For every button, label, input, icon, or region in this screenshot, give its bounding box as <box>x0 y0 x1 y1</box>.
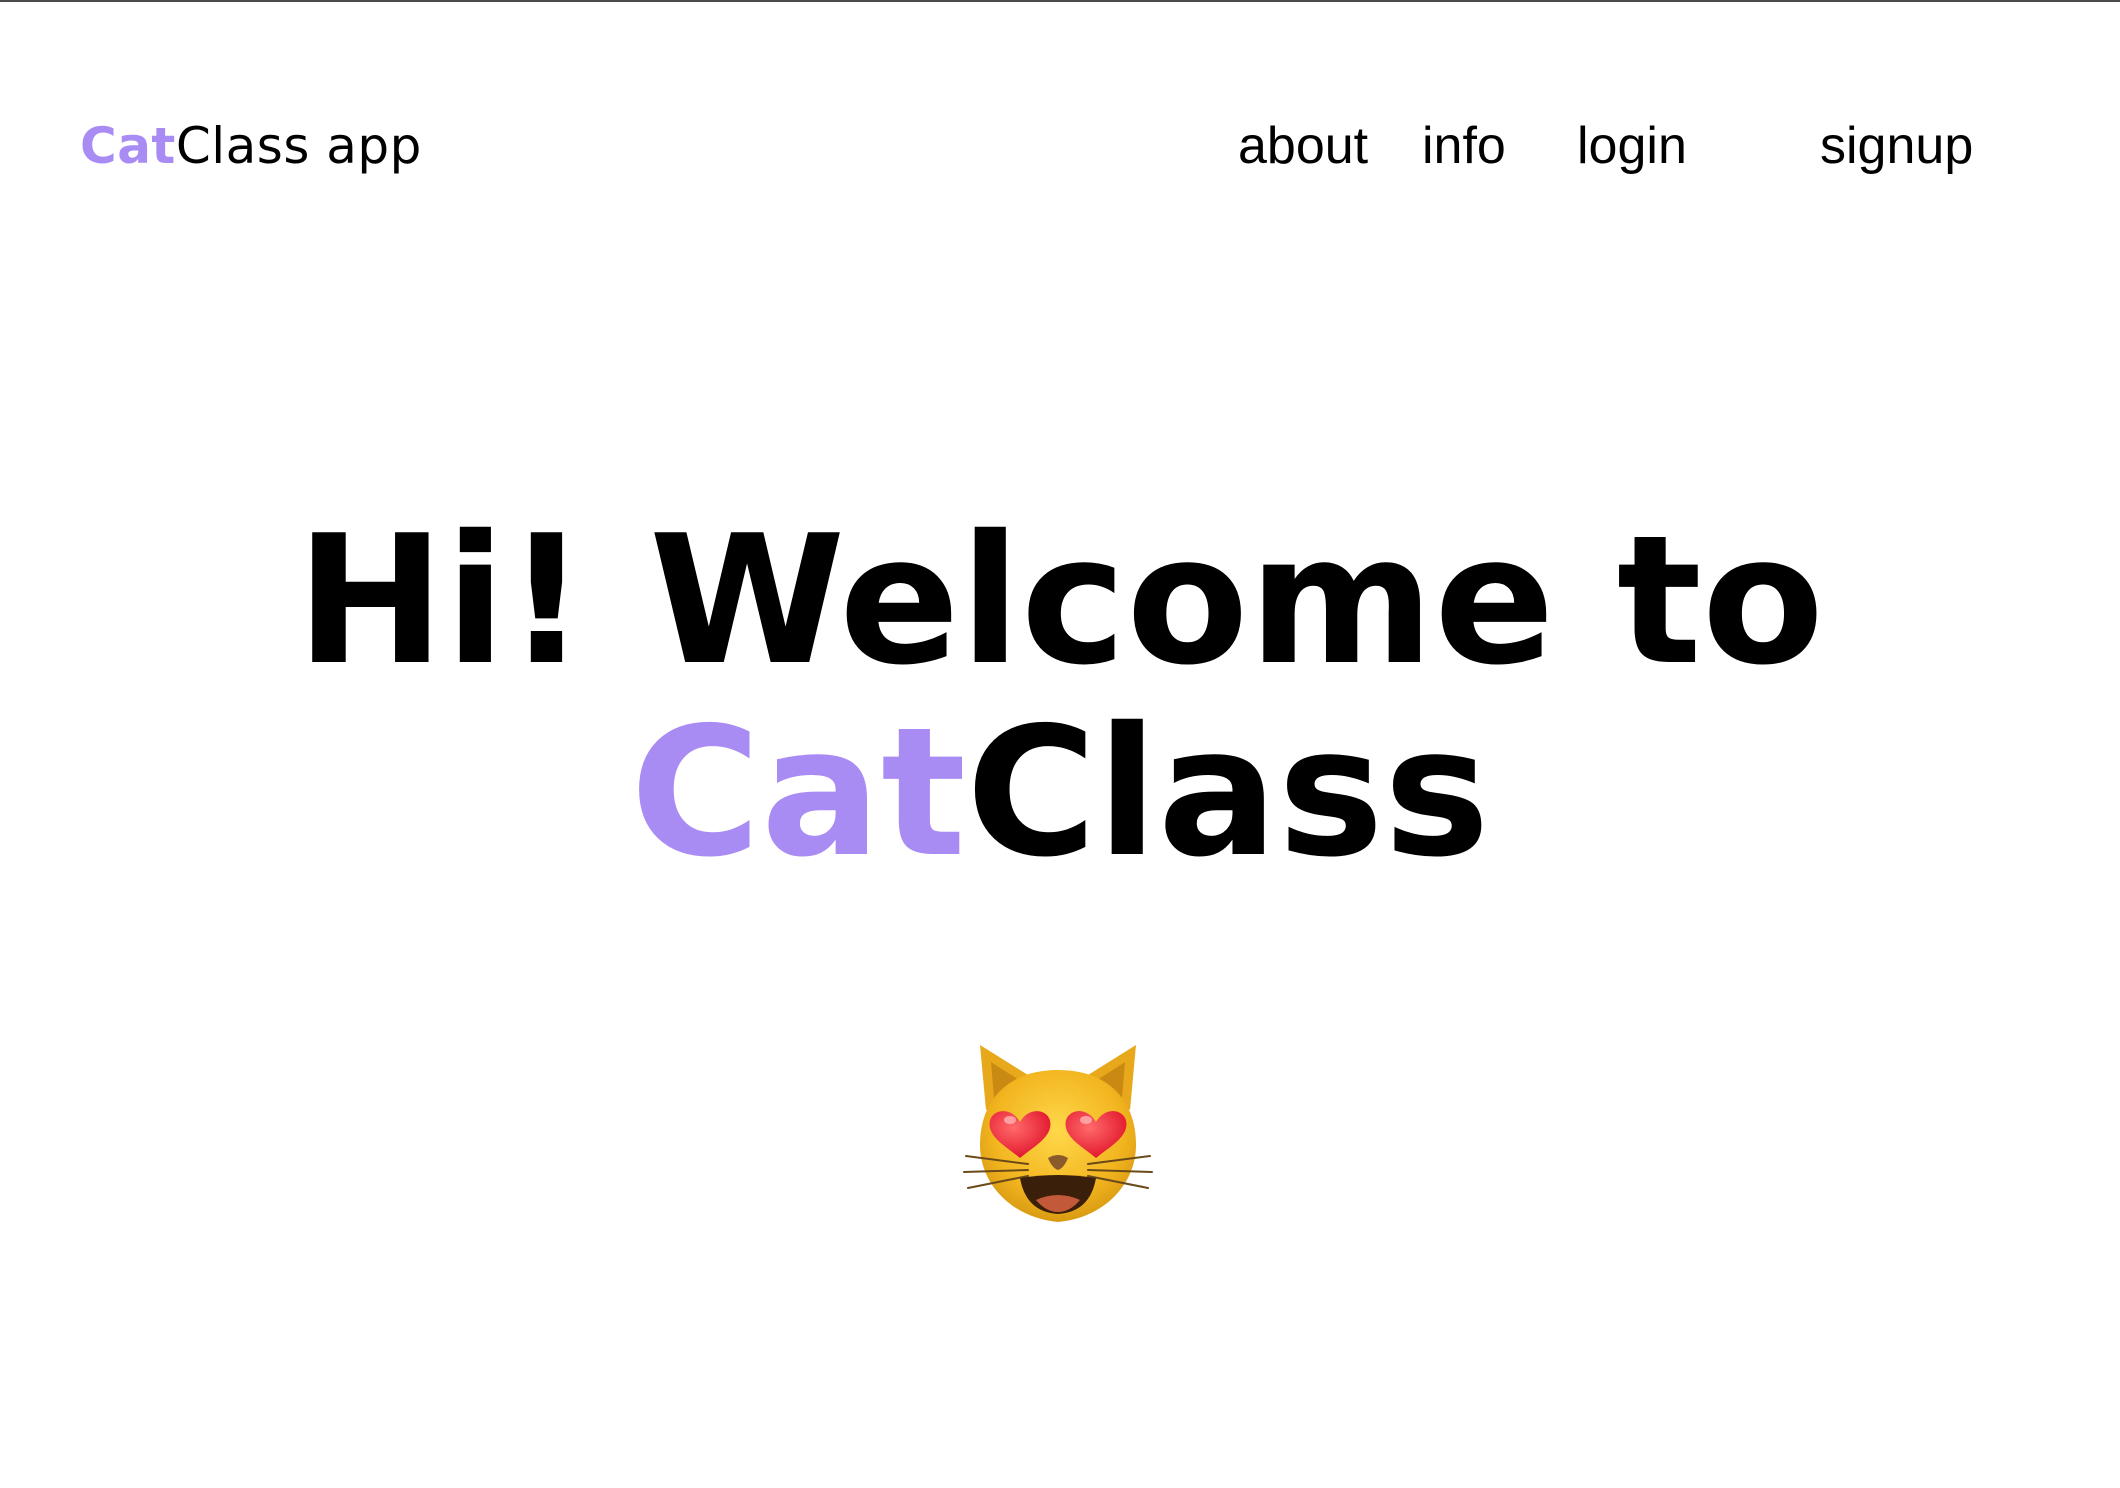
nav-link-info[interactable]: info <box>1422 112 1506 180</box>
smiling-cat-heart-eyes-icon <box>958 1040 1158 1230</box>
brand-accent-text: Cat <box>80 117 176 175</box>
hero-heading-line-1: Hi! Welcome to <box>295 497 1825 704</box>
hero-heading-line-2: CatClass <box>0 697 2120 889</box>
nav-link-login[interactable]: login <box>1577 112 1687 180</box>
top-border-line <box>0 0 2120 2</box>
brand-logo[interactable]: CatClass app <box>80 112 422 180</box>
hero-accent-text: Cat <box>630 689 967 896</box>
brand-rest-text: Class app <box>175 117 422 175</box>
hero-rest-text: Class <box>966 689 1490 896</box>
hero-heading: Hi! Welcome to CatClass <box>0 505 2120 889</box>
nav-link-signup[interactable]: signup <box>1820 112 1973 180</box>
nav-link-about[interactable]: about <box>1238 112 1368 180</box>
